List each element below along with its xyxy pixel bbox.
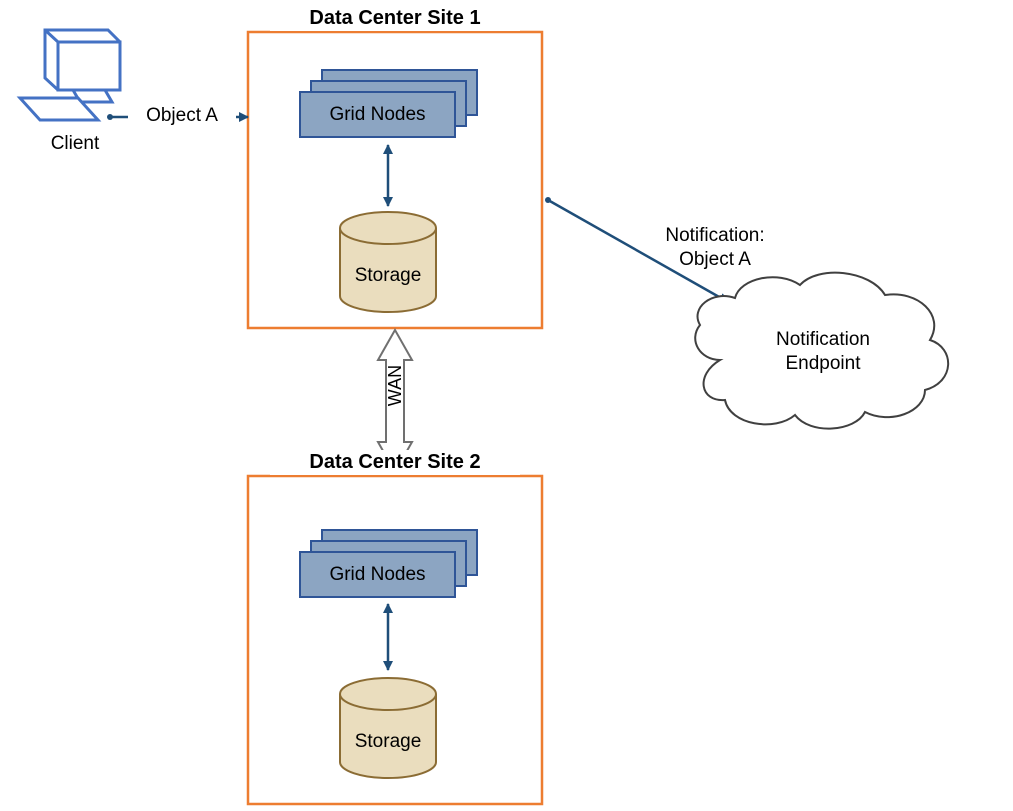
notification-endpoint-label: Notification Endpoint xyxy=(758,328,888,376)
site1-title: Data Center Site 1 xyxy=(270,6,520,31)
site2-storage-label: Storage xyxy=(340,730,436,754)
wan-label: WAN xyxy=(384,376,407,406)
client-computer-icon xyxy=(20,30,120,120)
site1-nodes-label: Grid Nodes xyxy=(300,103,455,127)
site1-storage-icon xyxy=(340,212,436,312)
object-a-label: Object A xyxy=(128,104,236,128)
site1-storage-label: Storage xyxy=(340,264,436,288)
site2-title: Data Center Site 2 xyxy=(270,450,520,475)
client-label: Client xyxy=(20,132,130,156)
site2-storage-icon xyxy=(340,678,436,778)
site2-nodes-label: Grid Nodes xyxy=(300,563,455,587)
notification-label: Notification: Object A xyxy=(640,224,790,272)
